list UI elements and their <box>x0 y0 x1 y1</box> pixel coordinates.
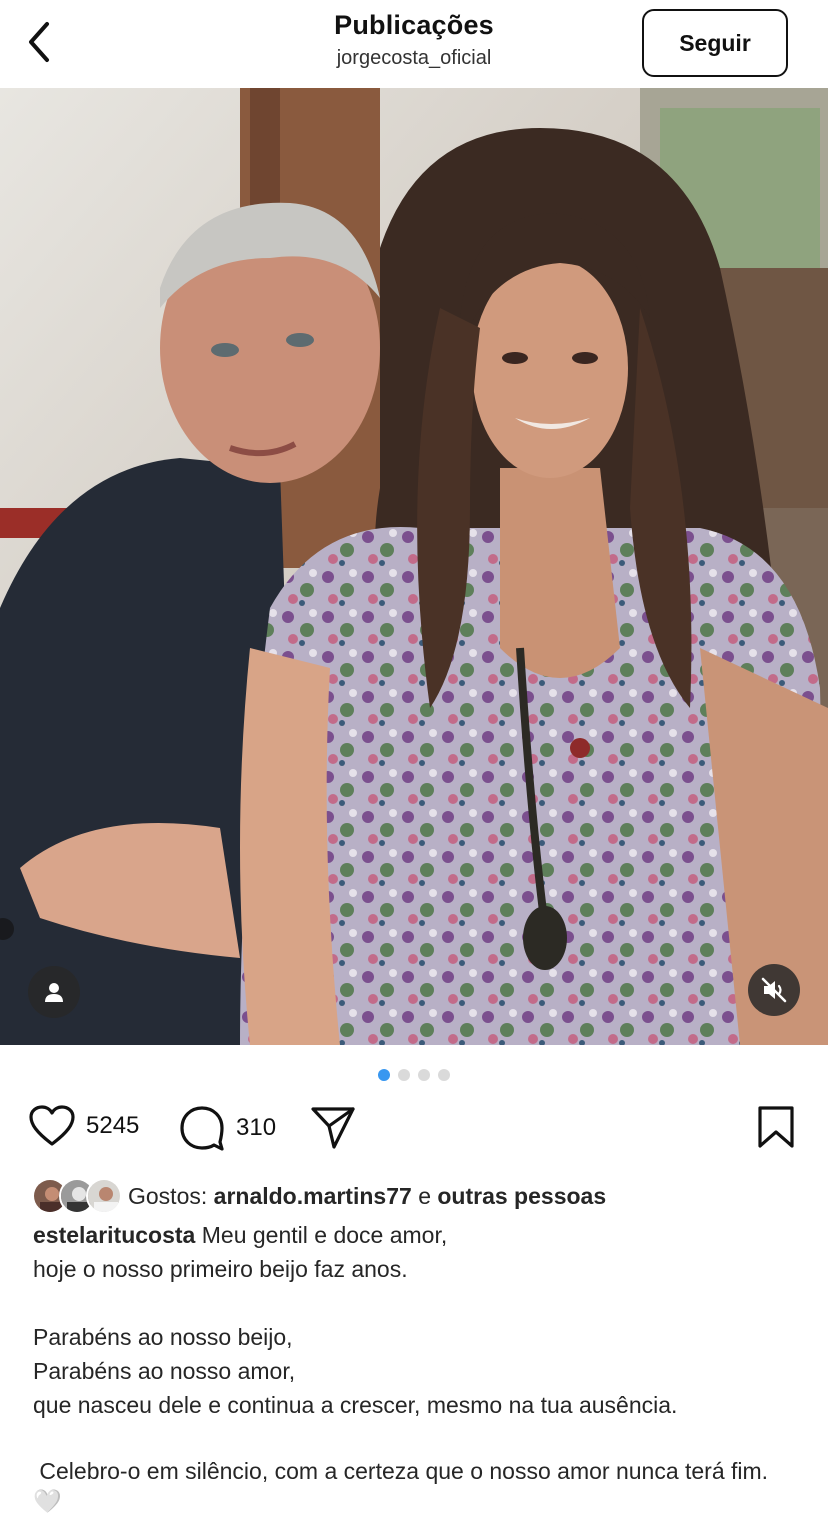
likes-joiner: e <box>418 1182 431 1209</box>
speaker-muted-icon <box>761 977 787 1003</box>
post-header: Publicações jorgecosta_oficial Seguir <box>0 0 828 88</box>
likes-others-link[interactable]: outras pessoas <box>437 1183 606 1210</box>
likes-prefix: Gostos: <box>128 1182 208 1209</box>
comments-count: 310 <box>236 1114 277 1141</box>
like-button[interactable]: 5245 <box>28 1104 139 1148</box>
comment-button[interactable]: 310 <box>178 1104 276 1152</box>
caption-line: hoje o nosso primeiro beijo faz anos. <box>33 1256 408 1282</box>
caption-line: Parabéns ao nosso beijo, <box>33 1324 293 1350</box>
caption-line: Parabéns ao nosso amor, <box>33 1358 296 1384</box>
save-button[interactable] <box>756 1104 796 1150</box>
carousel-dot <box>378 1069 390 1081</box>
follow-button[interactable]: Seguir <box>642 9 788 77</box>
comment-bubble-icon <box>180 1106 224 1151</box>
caption-line <box>33 1286 803 1320</box>
caption-line <box>33 1422 803 1456</box>
person-icon <box>45 983 63 1002</box>
tagged-people-button[interactable] <box>28 966 80 1018</box>
bookmark-icon <box>758 1106 794 1148</box>
share-button[interactable] <box>310 1104 356 1150</box>
caption-line: que nasceu dele e continua a crescer, me… <box>33 1392 678 1418</box>
caption-line: Celebro-o em silêncio, com a certeza que… <box>33 1458 775 1514</box>
paper-plane-icon <box>311 1107 355 1149</box>
carousel-dot <box>398 1069 410 1081</box>
avatar <box>86 1178 122 1214</box>
liker-avatars <box>32 1178 122 1214</box>
post-caption: estelaritucosta Meu gentil e doce amor, … <box>33 1218 803 1516</box>
caption-line: estelaritucosta Meu gentil e doce amor, <box>33 1222 448 1248</box>
carousel-dot <box>418 1069 430 1081</box>
heart-icon <box>29 1105 75 1146</box>
likes-count: 5245 <box>86 1112 140 1139</box>
likes-summary[interactable]: Gostos: arnaldo.martins77 e outras pesso… <box>32 1178 606 1214</box>
caption-author[interactable]: estelaritucosta <box>33 1222 195 1248</box>
post-image <box>0 88 828 1045</box>
mute-button[interactable] <box>748 964 800 1016</box>
liked-by-username[interactable]: arnaldo.martins77 <box>214 1183 412 1210</box>
post-actions: 5245 310 <box>26 1104 806 1158</box>
carousel-dot <box>438 1069 450 1081</box>
carousel-indicator <box>0 1069 828 1081</box>
post-photo[interactable] <box>0 88 828 1045</box>
